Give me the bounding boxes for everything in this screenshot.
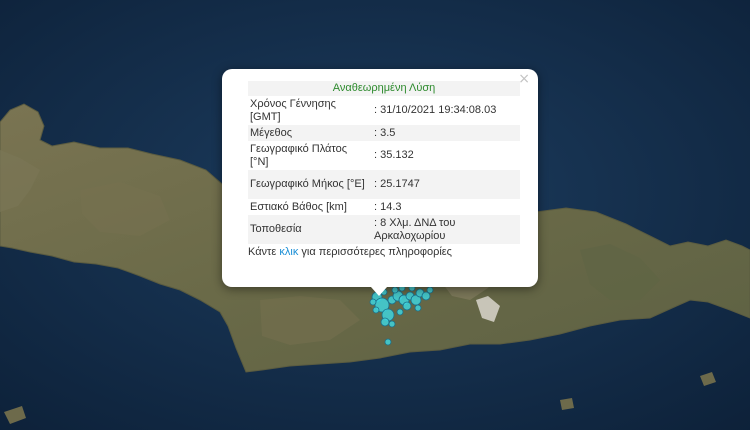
location-label: Τοποθεσία — [248, 215, 370, 244]
info-row-depth: Εστιακό Βάθος [km] : 14.3 — [248, 199, 520, 215]
longitude-label: Γεωγραφικό Μήκος [°E] — [248, 170, 370, 199]
latitude-label: Γεωγραφικό Πλάτος [°N] — [250, 142, 348, 168]
info-row-location: Τοποθεσία : 8 Χλμ. ΔΝΔ του Αρκαλοχωρίου — [248, 215, 520, 244]
depth-value: : 14.3 — [374, 200, 402, 213]
info-row-longitude: Γεωγραφικό Μήκος [°E] : 25.1747 — [248, 170, 520, 199]
earthquake-popup: × Αναθεωρημένη Λύση Χρόνος Γέννησης [GMT… — [222, 69, 538, 287]
info-table: Χρόνος Γέννησης [GMT] : 31/10/2021 19:34… — [248, 96, 520, 244]
earthquake-marker[interactable] — [414, 304, 422, 312]
location-value: : 8 Χλμ. ΔΝΔ του Αρκαλοχωρίου — [370, 215, 520, 244]
longitude-value: : 25.1747 — [370, 170, 520, 199]
info-row-latitude: Γεωγραφικό Πλάτος [°N] : 35.132 — [248, 141, 520, 170]
more-info-suffix: για περισσότερες πληροφορίες — [298, 246, 452, 258]
more-info-line: Κάντε κλικ για περισσότερες πληροφορίες — [248, 246, 520, 258]
popup-title: Αναθεωρημένη Λύση — [248, 81, 520, 96]
earthquake-marker[interactable] — [380, 317, 390, 327]
close-icon[interactable]: × — [518, 71, 530, 87]
magnitude-label: Μέγεθος — [248, 125, 370, 141]
info-row-origin-time: Χρόνος Γέννησης [GMT] : 31/10/2021 19:34… — [248, 96, 520, 125]
earthquake-marker[interactable] — [426, 286, 434, 294]
origin-time-label: Χρόνος Γέννησης [GMT] — [250, 97, 336, 123]
magnitude-value: : 3.5 — [370, 125, 520, 141]
latitude-value: : 35.132 — [374, 149, 414, 161]
origin-time-value: : 31/10/2021 19:34:08.03 — [374, 104, 497, 116]
more-info-link[interactable]: κλικ — [279, 246, 298, 258]
earthquake-marker[interactable] — [391, 286, 399, 294]
earthquake-marker[interactable] — [384, 338, 392, 346]
depth-label: Εστιακό Βάθος [km] — [250, 200, 347, 213]
info-row-magnitude: Μέγεθος : 3.5 — [248, 125, 520, 141]
earthquake-marker[interactable] — [396, 308, 404, 316]
earthquake-marker[interactable] — [388, 320, 396, 328]
earthquake-marker[interactable] — [372, 306, 380, 314]
earthquake-marker[interactable] — [421, 291, 431, 301]
earthquake-marker[interactable] — [402, 301, 412, 311]
earthquake-marker[interactable] — [369, 298, 377, 306]
more-info-prefix: Κάντε — [248, 246, 280, 258]
popup-pointer — [371, 287, 387, 296]
